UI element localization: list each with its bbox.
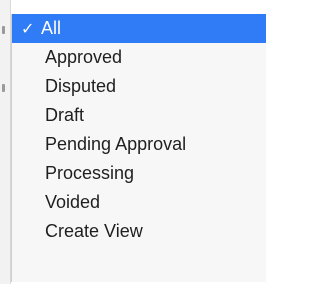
menu-item-create-view[interactable]: Create View bbox=[12, 217, 266, 246]
menu-item-label: Voided bbox=[45, 192, 101, 212]
menu-item-processing[interactable]: Processing bbox=[12, 159, 266, 188]
menu-item-all[interactable]: ✓ All bbox=[12, 14, 266, 43]
view-filter-dropdown-menu: ✓ All Approved Disputed Draft Pending App… bbox=[11, 14, 266, 282]
menu-item-pending-approval[interactable]: Pending Approval bbox=[12, 130, 266, 159]
menu-item-label: All bbox=[41, 18, 62, 38]
background-marker bbox=[2, 84, 5, 92]
menu-item-label: Disputed bbox=[45, 76, 117, 96]
background-window-edge bbox=[0, 0, 11, 284]
screenshot-root: ✓ All Approved Disputed Draft Pending App… bbox=[0, 0, 266, 284]
checkmark-icon: ✓ bbox=[21, 21, 35, 38]
background-marker bbox=[2, 26, 5, 34]
menu-item-label: Approved bbox=[45, 47, 123, 67]
menu-item-label: Processing bbox=[45, 163, 135, 183]
menu-item-disputed[interactable]: Disputed bbox=[12, 72, 266, 101]
menu-item-label: Draft bbox=[45, 105, 85, 125]
menu-item-voided[interactable]: Voided bbox=[12, 188, 266, 217]
menu-top-gap bbox=[11, 0, 266, 14]
menu-item-draft[interactable]: Draft bbox=[12, 101, 266, 130]
menu-item-approved[interactable]: Approved bbox=[12, 43, 266, 72]
menu-item-label: Pending Approval bbox=[45, 134, 187, 154]
menu-item-label: Create View bbox=[45, 221, 143, 241]
